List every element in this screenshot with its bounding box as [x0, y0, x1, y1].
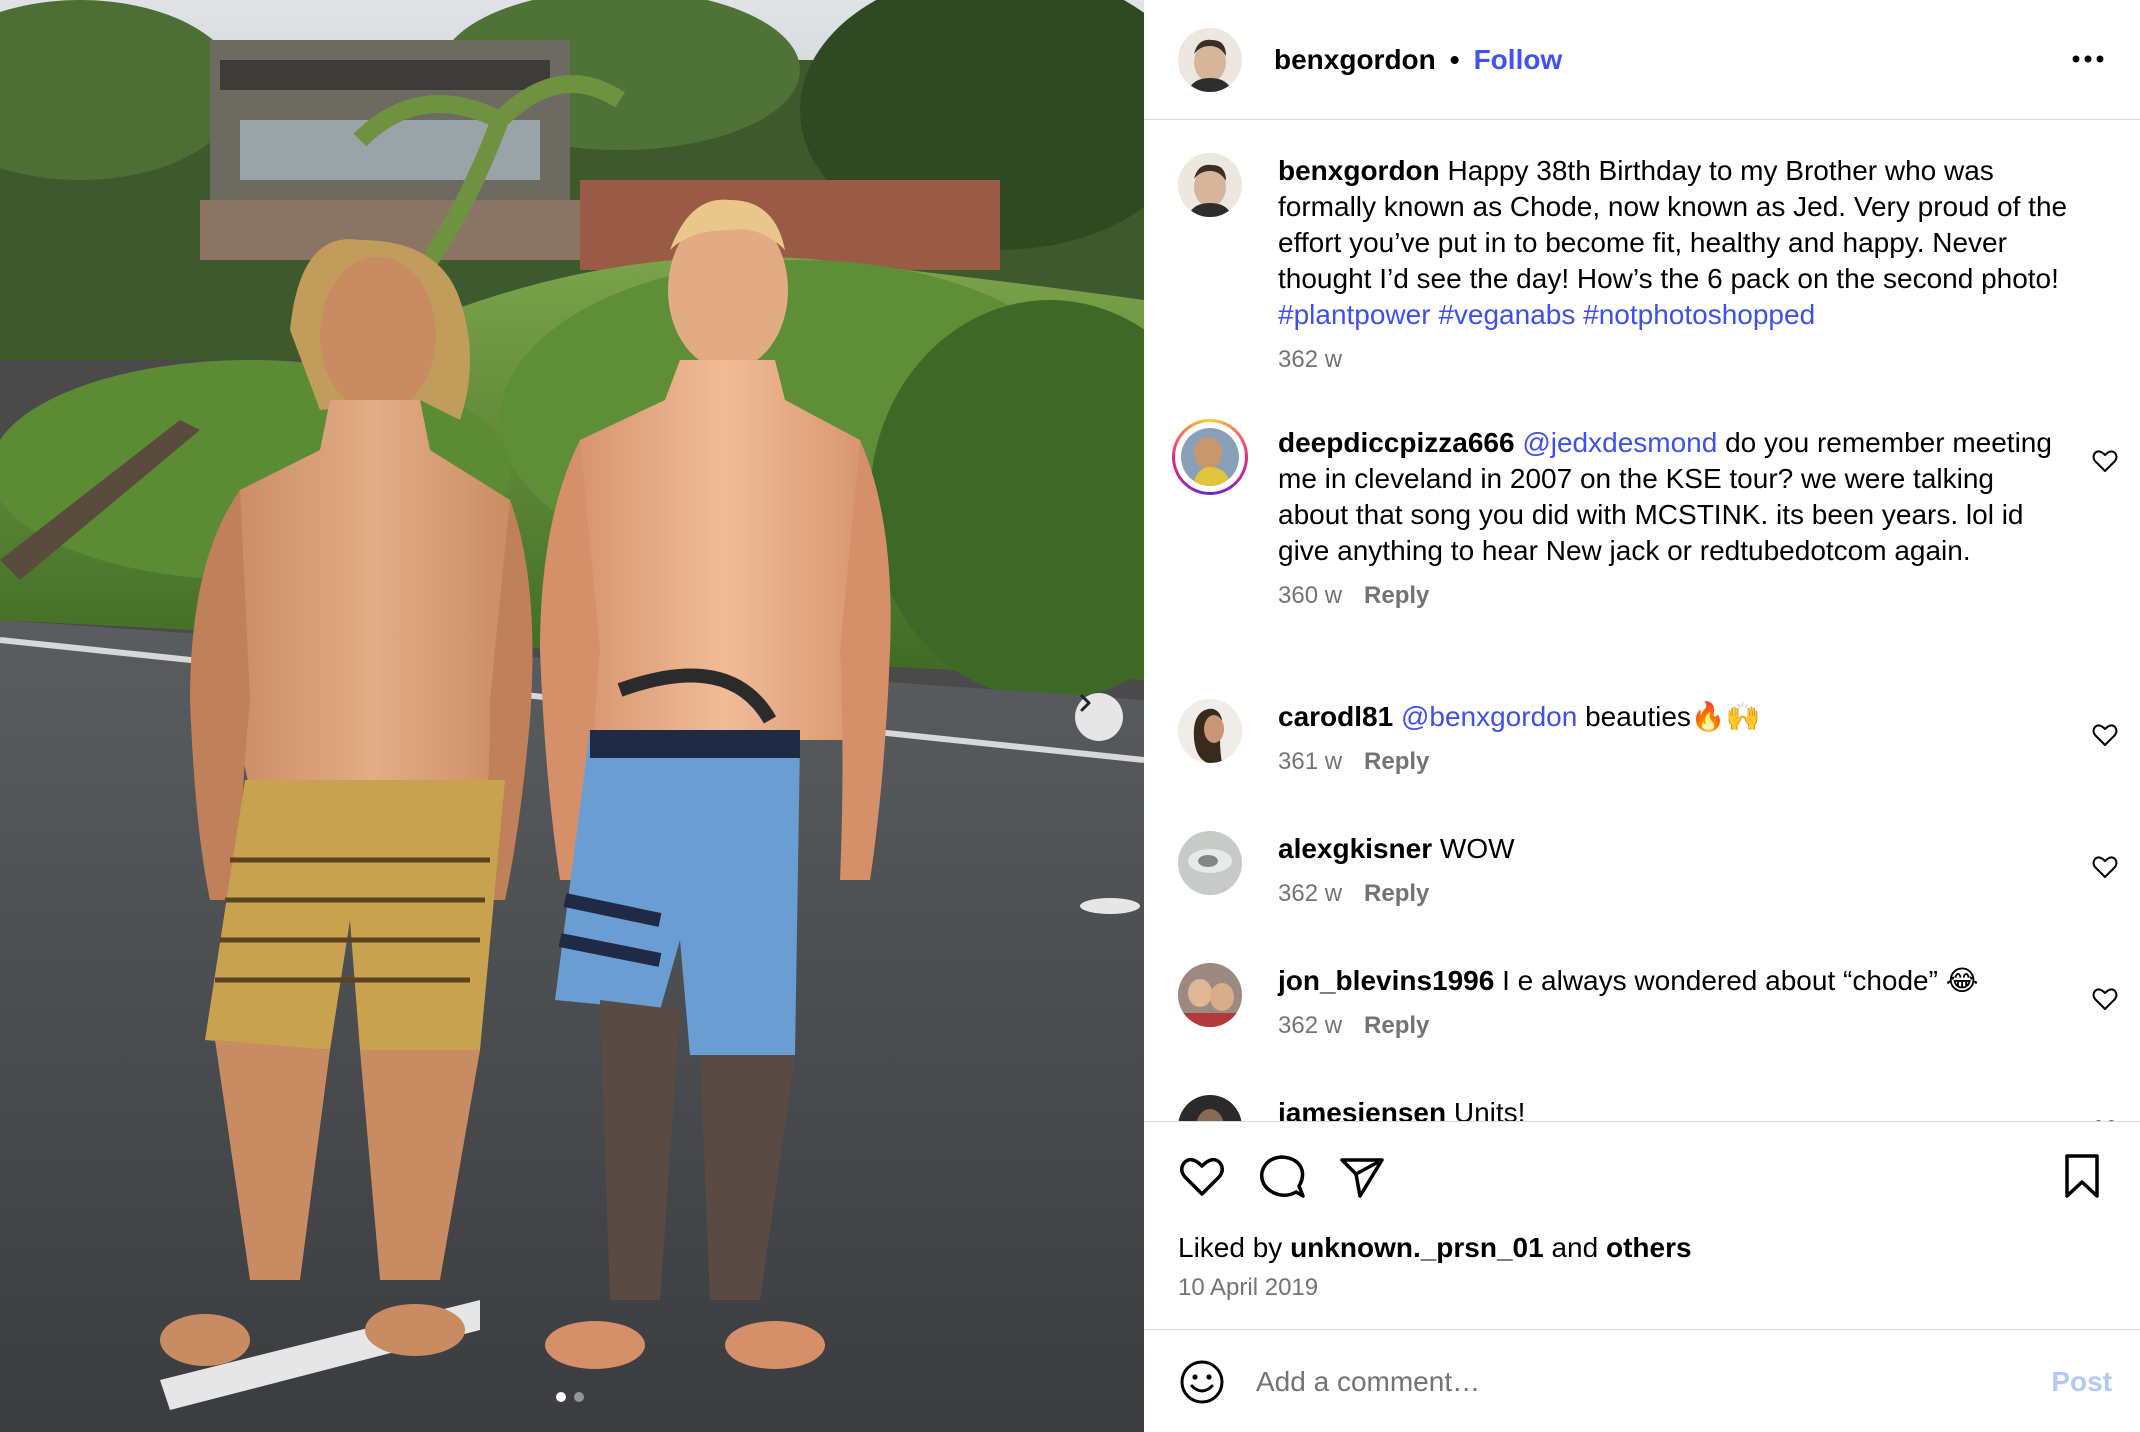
comment-username[interactable]: jon_blevins1996 — [1278, 965, 1494, 996]
mention-link[interactable]: @benxgordon — [1401, 701, 1577, 732]
comment-body: jamesjensen Units! — [1278, 1095, 2058, 1121]
carousel-indicator — [556, 1392, 584, 1402]
post-header: benxgordon • Follow — [1144, 0, 2140, 120]
comment-meta: 362 w Reply — [1278, 1011, 2058, 1041]
comment-meta: 360 w Reply — [1278, 581, 2058, 611]
comment-username[interactable]: carodl81 — [1278, 701, 1393, 732]
avatar-image — [1178, 831, 1242, 895]
reply-button[interactable]: Reply — [1364, 582, 1429, 609]
avatar[interactable] — [1178, 831, 1242, 895]
comment-body: deepdiccpizza666 @jedxdesmond do you rem… — [1278, 425, 2058, 611]
header-separator: • — [1449, 43, 1460, 75]
photo-image — [0, 0, 1144, 1432]
comment-username[interactable]: deepdiccpizza666 — [1278, 427, 1515, 458]
liked-by-prefix: Liked by — [1178, 1232, 1283, 1263]
comment-text: beauties🔥🙌 — [1585, 701, 1761, 732]
comment-meta: 362 w Reply — [1278, 879, 2058, 909]
comment-text: I e always wondered about “chode” 😂 — [1502, 965, 1979, 996]
comment-like-heart-icon[interactable] — [2092, 855, 2118, 879]
liked-by-and: and — [1551, 1232, 1599, 1263]
avatar-image — [1181, 428, 1239, 486]
comment-like-heart-icon[interactable] — [2092, 987, 2118, 1011]
avatar[interactable] — [1178, 963, 1242, 1027]
caption-meta: 362 w — [1278, 345, 2078, 375]
avatar-image — [1178, 27, 1242, 92]
comment-username[interactable]: jamesjensen — [1278, 1097, 1446, 1121]
comment-meta: 361 w Reply — [1278, 747, 2058, 777]
send-icon[interactable] — [1338, 1152, 1386, 1200]
add-comment-bar: Post — [1144, 1329, 2140, 1432]
heart-icon[interactable] — [1178, 1152, 1226, 1200]
comment-body: carodl81 @benxgordon beauties🔥🙌 361 w Rep… — [1278, 699, 2058, 777]
chevron-right-icon — [1080, 694, 1091, 712]
post-comment-button[interactable]: Post — [2051, 1366, 2112, 1398]
post-date[interactable]: 10 April 2019 — [1178, 1274, 1318, 1302]
bookmark-icon[interactable] — [2058, 1152, 2106, 1200]
timestamp[interactable]: 362 w — [1278, 346, 1342, 373]
hashtag-link[interactable]: #plantpower — [1278, 299, 1431, 330]
avatar-image — [1178, 699, 1242, 763]
timestamp[interactable]: 362 w — [1278, 1012, 1342, 1039]
liked-by-user[interactable]: unknown._prsn_01 — [1290, 1232, 1544, 1263]
avatar-image — [1178, 153, 1242, 217]
liked-by-others[interactable]: others — [1606, 1232, 1692, 1263]
post-photo[interactable] — [0, 0, 1144, 1432]
comments-list[interactable]: benxgordon Happy 38th Birthday to my Bro… — [1144, 121, 2140, 1121]
comment-text: Units! — [1453, 1097, 1526, 1121]
carousel-dot — [574, 1392, 584, 1402]
hashtag-link[interactable]: #veganabs — [1438, 299, 1575, 330]
comment-text: WOW — [1439, 833, 1515, 864]
avatar[interactable] — [1178, 1095, 1242, 1121]
mention-link[interactable]: @jedxdesmond — [1522, 427, 1717, 458]
avatar[interactable] — [1178, 153, 1242, 217]
avatar-image — [1178, 1095, 1242, 1121]
post-actions: Liked by unknown._prsn_01 and others 10 … — [1144, 1121, 2140, 1329]
comment-like-heart-icon[interactable] — [2092, 449, 2118, 473]
avatar[interactable] — [1178, 27, 1242, 92]
reply-button[interactable]: Reply — [1364, 1012, 1429, 1039]
next-photo-button[interactable] — [1075, 693, 1123, 741]
follow-button[interactable]: Follow — [1474, 44, 1563, 76]
avatar-with-story-ring[interactable] — [1172, 419, 1248, 495]
header-username[interactable]: benxgordon — [1274, 44, 1436, 76]
liked-by-text: Liked by unknown._prsn_01 and others — [1178, 1232, 1692, 1264]
caption-username[interactable]: benxgordon — [1278, 155, 1440, 186]
comment-like-heart-icon[interactable] — [2092, 723, 2118, 747]
post-sidebar: benxgordon • Follow benxgordon Happy 38t… — [1144, 0, 2140, 1432]
reply-button[interactable]: Reply — [1364, 880, 1429, 907]
hashtag-link[interactable]: #notphotoshopped — [1583, 299, 1815, 330]
timestamp[interactable]: 362 w — [1278, 880, 1342, 907]
comment-body: alexgkisner WOW 362 w Reply — [1278, 831, 2058, 909]
avatar-image — [1178, 963, 1242, 1027]
comment-input[interactable] — [1256, 1360, 1956, 1404]
carousel-dot-active — [556, 1392, 566, 1402]
reply-button[interactable]: Reply — [1364, 748, 1429, 775]
comment-body: jon_blevins1996 I e always wondered abou… — [1278, 963, 2058, 1041]
comment-bubble-icon[interactable] — [1258, 1152, 1306, 1200]
smiley-icon[interactable] — [1178, 1358, 1226, 1406]
timestamp[interactable]: 360 w — [1278, 582, 1342, 609]
caption-body: benxgordon Happy 38th Birthday to my Bro… — [1278, 153, 2078, 375]
comment-username[interactable]: alexgkisner — [1278, 833, 1432, 864]
more-horizontal-icon[interactable] — [2068, 44, 2108, 74]
avatar[interactable] — [1178, 699, 1242, 763]
timestamp[interactable]: 361 w — [1278, 748, 1342, 775]
